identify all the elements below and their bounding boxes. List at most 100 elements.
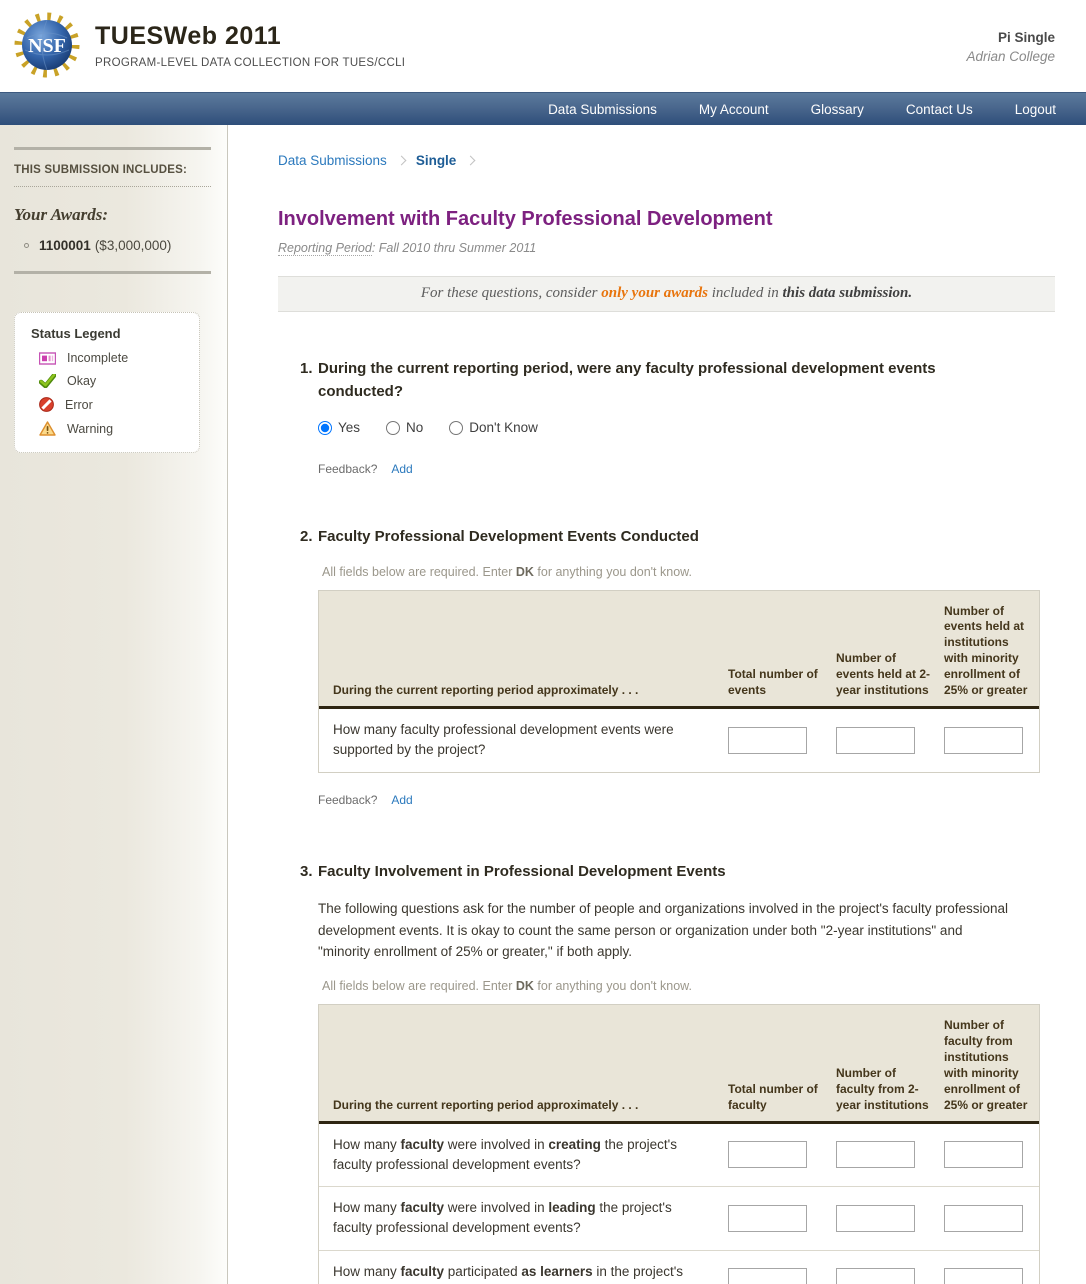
nav-contact-us[interactable]: Contact Us [906, 102, 973, 117]
warning-icon [39, 421, 56, 436]
q3-leading-2year-input[interactable] [836, 1205, 915, 1232]
main-content: Data Submissions Single Involvement with… [228, 125, 1086, 1284]
legend-item-incomplete: Incomplete [31, 351, 185, 365]
row-question-text: How many faculty participated as learner… [319, 1251, 728, 1284]
yes-radio[interactable] [318, 421, 332, 435]
award-bullet-icon [24, 243, 29, 248]
sidebar-divider [14, 147, 211, 150]
award-list-item: 1100001 ($3,000,000) [14, 238, 211, 253]
breadcrumb-data-submissions[interactable]: Data Submissions [278, 153, 387, 168]
question-3-heading: 3. Faculty Involvement in Professional D… [300, 861, 1055, 884]
status-legend: Status Legend Incomplete Okay [14, 312, 200, 453]
table-row-leading: How many faculty were involved in leadin… [319, 1186, 1039, 1250]
q3-leading-minority-input[interactable] [944, 1205, 1023, 1232]
feedback-add-link[interactable]: Add [391, 793, 412, 807]
dont-know-radio[interactable] [449, 421, 463, 435]
nav-my-account[interactable]: My Account [699, 102, 769, 117]
column-header-minority-events: Number of events held at institutions wi… [944, 591, 1039, 707]
question-1-options: Yes No Don't Know [318, 420, 1055, 435]
radio-option-no[interactable]: No [386, 420, 423, 435]
award-amount: ($3,000,000) [95, 238, 172, 253]
radio-option-dont-know[interactable]: Don't Know [449, 420, 538, 435]
reporting-period: Reporting Period: Fall 2010 thru Summer … [278, 241, 1055, 255]
radio-label: Yes [338, 420, 360, 435]
table-row-creating: How many faculty were involved in creati… [319, 1124, 1039, 1187]
nav-logout[interactable]: Logout [1015, 102, 1056, 117]
row-question-text: How many faculty were involved in leadin… [319, 1187, 728, 1250]
app-title: TUESWeb 2011 [95, 22, 405, 51]
breadcrumb: Data Submissions Single [278, 153, 1055, 168]
question-text: During the current reporting period, wer… [318, 358, 1012, 403]
column-header-2year-faculty: Number of faculty from 2-year institutio… [836, 1005, 944, 1121]
question-number: 2. [300, 526, 318, 549]
column-header-minority-faculty: Number of faculty from institutions with… [944, 1005, 1039, 1121]
required-note: All fields below are required. Enter DK … [322, 979, 1055, 993]
error-icon [39, 397, 54, 412]
question-2-heading: 2. Faculty Professional Development Even… [300, 526, 1055, 549]
table-row: How many faculty professional developmen… [319, 709, 1039, 772]
user-name: Pi Single [966, 30, 1055, 45]
question-text: Faculty Professional Development Events … [318, 526, 699, 549]
legend-item-warning: Warning [31, 421, 185, 436]
legend-label: Error [65, 398, 93, 412]
q3-leading-total-input[interactable] [728, 1205, 807, 1232]
required-note: All fields below are required. Enter DK … [322, 565, 1055, 579]
column-header-total-events: Total number of events [728, 591, 836, 707]
faculty-table: During the current reporting period appr… [318, 1004, 1040, 1284]
chevron-right-icon [466, 156, 476, 166]
q3-learners-minority-input[interactable] [944, 1268, 1023, 1284]
row-question-text: How many faculty professional developmen… [319, 709, 728, 772]
nsf-logo-icon: NSF [13, 10, 81, 80]
no-radio[interactable] [386, 421, 400, 435]
sidebar: THIS SUBMISSION INCLUDES: Your Awards: 1… [0, 125, 228, 1284]
radio-label: Don't Know [469, 420, 538, 435]
chevron-right-icon [396, 156, 406, 166]
question-number: 1. [300, 358, 318, 403]
notice-banner: For these questions, consider only your … [278, 276, 1055, 312]
app-header: NSF TUESWeb 2011 PROGRAM-LEVEL DATA COLL… [0, 0, 1086, 92]
legend-item-okay: Okay [31, 374, 185, 388]
submission-includes-label: THIS SUBMISSION INCLUDES: [14, 164, 211, 187]
nav-data-submissions[interactable]: Data Submissions [548, 102, 657, 117]
events-table-header: During the current reporting period appr… [319, 591, 1039, 710]
q2-minority-events-input[interactable] [944, 727, 1023, 754]
column-header-2year-events: Number of events held at 2-year institut… [836, 591, 944, 707]
question-number: 3. [300, 861, 318, 884]
question-2-feedback: Feedback? Add [318, 793, 1055, 807]
question-1-feedback: Feedback? Add [318, 462, 1055, 476]
question-text: Faculty Involvement in Professional Deve… [318, 861, 726, 884]
reporting-period-term: Reporting Period [278, 241, 372, 256]
feedback-add-link[interactable]: Add [391, 462, 412, 476]
column-header-row-prompt: During the current reporting period appr… [319, 591, 728, 707]
feedback-label: Feedback? [318, 793, 377, 807]
user-organization: Adrian College [966, 49, 1055, 64]
q3-creating-2year-input[interactable] [836, 1141, 915, 1168]
q2-total-events-input[interactable] [728, 727, 807, 754]
q3-learners-total-input[interactable] [728, 1268, 807, 1284]
award-number: 1100001 [39, 238, 91, 253]
question-1-heading: 1. During the current reporting period, … [300, 358, 1012, 403]
q2-2year-events-input[interactable] [836, 727, 915, 754]
page-title: Involvement with Faculty Professional De… [278, 208, 1055, 231]
q3-creating-minority-input[interactable] [944, 1141, 1023, 1168]
radio-label: No [406, 420, 423, 435]
q3-creating-total-input[interactable] [728, 1141, 807, 1168]
legend-label: Warning [67, 422, 113, 436]
status-legend-title: Status Legend [31, 326, 185, 341]
your-awards-heading: Your Awards: [14, 205, 211, 225]
radio-option-yes[interactable]: Yes [318, 420, 360, 435]
column-header-total-faculty: Total number of faculty [728, 1005, 836, 1121]
top-navbar: Data Submissions My Account Glossary Con… [0, 92, 1086, 125]
app-subtitle: PROGRAM-LEVEL DATA COLLECTION FOR TUES/C… [95, 57, 405, 69]
nav-glossary[interactable]: Glossary [811, 102, 864, 117]
breadcrumb-current-single: Single [416, 153, 457, 168]
q3-learners-2year-input[interactable] [836, 1268, 915, 1284]
events-table: During the current reporting period appr… [318, 590, 1040, 773]
table-row-learners: How many faculty participated as learner… [319, 1250, 1039, 1284]
legend-label: Okay [67, 374, 96, 388]
legend-label: Incomplete [67, 351, 128, 365]
question-3-description: The following questions ask for the numb… [318, 898, 1018, 963]
column-header-row-prompt: During the current reporting period appr… [319, 1005, 728, 1121]
row-question-text: How many faculty were involved in creati… [319, 1124, 728, 1187]
svg-text:NSF: NSF [28, 35, 66, 57]
